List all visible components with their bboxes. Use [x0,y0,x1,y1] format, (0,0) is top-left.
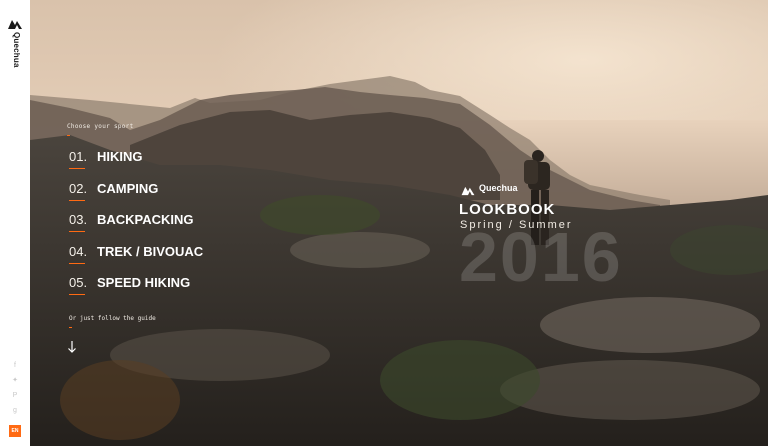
sport-number: 01. [69,149,88,164]
quechua-logo-icon [8,20,22,29]
sport-item-trek-bivouac[interactable]: 04. TREK / BIVOUAC [67,243,203,276]
sport-underline [69,168,85,169]
sport-underline [69,294,85,295]
lookbook-brand-name: Quechua [479,183,518,193]
sport-label[interactable]: BACKPACKING [97,212,194,227]
nav-title: Choose your sport [67,123,134,130]
guide-link[interactable]: Or just follow the guide [69,315,156,322]
sidebar: Quechua f ✦ P g EN [0,0,30,446]
facebook-icon[interactable]: f [9,360,21,372]
sport-number: 03. [69,212,88,227]
sport-label[interactable]: HIKING [97,149,143,164]
lookbook-year: 2016 [459,218,623,296]
sport-navigation: Choose your sport 01. HIKING 02. CAMPING… [67,123,203,307]
sport-label[interactable]: TREK / BIVOUAC [97,244,203,259]
lookbook-title: LOOKBOOK [459,201,556,218]
lookbook-brand: Quechua [460,183,530,196]
brand-logo[interactable]: Quechua [8,18,22,88]
language-button[interactable]: EN [9,425,21,437]
arrow-down-icon[interactable] [67,340,77,354]
brand-name: Quechua [12,32,21,68]
guide-rule [69,327,72,328]
sport-item-hiking[interactable]: 01. HIKING [67,149,143,181]
sport-number: 02. [69,180,88,196]
sport-item-speed-hiking[interactable]: 05. SPEED HIKING [67,275,190,307]
sport-label[interactable]: SPEED HIKING [97,275,190,290]
sport-item-backpacking[interactable]: 03. BACKPACKING [67,212,194,244]
sport-label[interactable]: CAMPING [97,181,158,196]
quechua-logo-icon [461,186,475,196]
twitter-icon[interactable]: ✦ [9,375,21,387]
sport-underline [69,262,85,264]
sport-number: 04. [69,243,88,259]
sport-number: 05. [69,275,88,290]
googleplus-icon[interactable]: g [9,405,21,417]
sport-item-camping[interactable]: 02. CAMPING [67,180,158,213]
social-links: f ✦ P g [9,360,21,420]
nav-title-rule [67,135,70,136]
pinterest-icon[interactable]: P [9,390,21,402]
sport-list: 01. HIKING 02. CAMPING 03. BACKPACKING 0… [67,149,203,307]
sport-underline [69,199,85,201]
sport-underline [69,231,85,232]
